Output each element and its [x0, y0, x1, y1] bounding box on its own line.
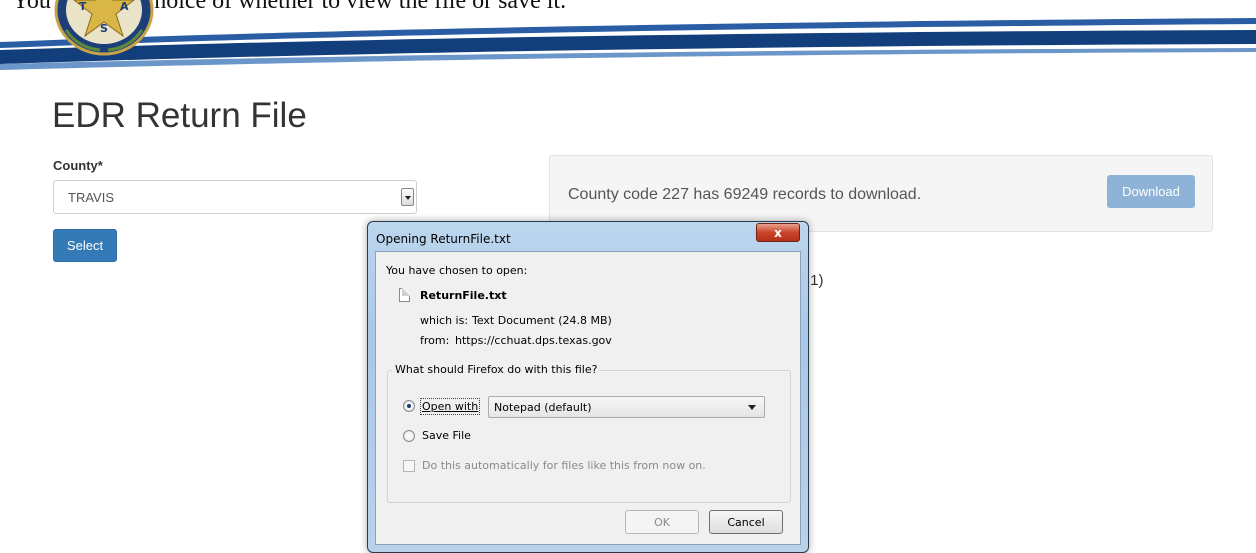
texas-dps-seal-logo: T A S	[54, 0, 154, 56]
close-icon[interactable]: x	[756, 223, 800, 242]
close-button-glyph: x	[774, 225, 782, 240]
auto-action-checkbox[interactable]	[403, 460, 415, 472]
dialog-intro: You have chosen to open:	[386, 264, 528, 277]
page-title: EDR Return File	[52, 96, 307, 135]
save-file-radio[interactable]	[403, 430, 415, 442]
chevron-down-icon	[748, 405, 756, 410]
file-type-value: Text Document (24.8 MB)	[472, 314, 612, 327]
county-label: County*	[53, 158, 103, 173]
file-source-url: https://cchuat.dps.texas.gov	[455, 334, 612, 347]
open-with-label[interactable]: Open with	[419, 398, 481, 415]
dialog-body: You have chosen to open: ReturnFile.txt …	[375, 251, 801, 545]
open-with-radio[interactable]	[403, 400, 415, 412]
file-type-label: which is:	[420, 314, 469, 327]
svg-text:T: T	[79, 0, 87, 13]
record-count-message: County code 227 has 69249 records to dow…	[568, 186, 922, 203]
open-with-app-select[interactable]: Notepad (default)	[488, 396, 765, 418]
svg-text:A: A	[120, 0, 129, 13]
svg-text:S: S	[100, 22, 108, 35]
save-file-label[interactable]: Save File	[422, 429, 471, 442]
open-file-dialog: Opening ReturnFile.txt x You have chosen…	[367, 221, 809, 553]
header-stripes	[0, 18, 1256, 70]
file-icon	[399, 288, 410, 302]
county-selected-value: TRAVIS	[68, 190, 114, 205]
dialog-title: Opening ReturnFile.txt	[376, 232, 511, 246]
select-button[interactable]: Select	[53, 229, 117, 262]
file-action-question: What should Firefox do with this file?	[392, 363, 601, 376]
open-with-app-value: Notepad (default)	[494, 401, 592, 414]
download-button[interactable]: Download	[1107, 175, 1195, 208]
auto-action-label: Do this automatically for files like thi…	[422, 459, 706, 472]
dialog-filename: ReturnFile.txt	[420, 289, 507, 302]
ok-button[interactable]: OK	[625, 510, 699, 534]
file-action-group: What should Firefox do with this file? O…	[387, 363, 791, 503]
file-source-label: from:	[420, 334, 450, 347]
chevron-down-icon[interactable]	[401, 188, 414, 206]
county-select[interactable]: TRAVIS	[53, 180, 417, 214]
cancel-button[interactable]: Cancel	[709, 510, 783, 534]
